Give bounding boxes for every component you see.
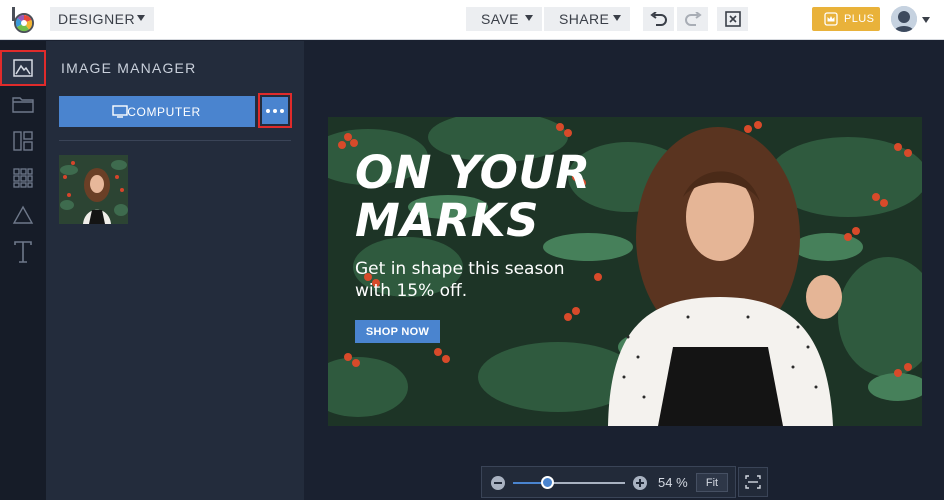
- shop-now-button[interactable]: SHOP NOW: [355, 320, 440, 343]
- rail-item-text[interactable]: [0, 234, 46, 270]
- close-design-button[interactable]: [717, 7, 748, 31]
- divider: [59, 140, 291, 141]
- designer-label: DESIGNER: [58, 11, 136, 27]
- grid-icon: [13, 168, 33, 188]
- close-box-icon: [724, 11, 741, 27]
- image-manager-panel: IMAGE MANAGER COMPUTER: [46, 41, 304, 500]
- text-icon: [14, 241, 32, 263]
- chevron-down-icon: [525, 15, 533, 21]
- redo-button[interactable]: [677, 7, 708, 31]
- folder-icon: [12, 97, 34, 113]
- rail-item-folders[interactable]: [0, 86, 46, 122]
- panel-title: IMAGE MANAGER: [61, 60, 197, 76]
- undo-icon: [649, 12, 667, 26]
- subline-text[interactable]: Get in shape this season with 15% off.: [355, 258, 585, 302]
- logo-icon[interactable]: [11, 7, 35, 33]
- top-toolbar: DESIGNER SAVE SHARE PLUS: [0, 0, 944, 40]
- zoom-out-icon[interactable]: [491, 476, 505, 490]
- layout-icon: [13, 131, 33, 151]
- crown-icon: [824, 12, 838, 26]
- chevron-down-icon: [613, 15, 621, 21]
- tool-rail: [0, 41, 46, 500]
- zoom-slider-handle[interactable]: [541, 476, 555, 489]
- more-options-button[interactable]: [258, 93, 292, 128]
- photo-thumbnail: [59, 155, 128, 224]
- redo-icon: [684, 12, 702, 26]
- avatar[interactable]: [891, 6, 917, 32]
- undo-button[interactable]: [643, 7, 674, 31]
- zoom-in-icon[interactable]: [633, 476, 647, 490]
- upload-computer-button[interactable]: COMPUTER: [59, 96, 255, 127]
- headline-line-1: ON YOUR: [355, 146, 591, 199]
- chevron-down-icon[interactable]: [922, 17, 930, 23]
- image-icon: [13, 59, 33, 77]
- uploaded-image-thumbnail[interactable]: [59, 155, 128, 224]
- fit-button[interactable]: Fit: [696, 473, 728, 492]
- share-button[interactable]: SHARE: [544, 7, 630, 31]
- share-label: SHARE: [559, 11, 610, 27]
- user-avatar-icon: [891, 6, 917, 32]
- headline-text[interactable]: ON YOUR MARKS: [355, 149, 591, 245]
- zoom-controls: 54 % Fit: [481, 466, 736, 498]
- more-horizontal-icon: [262, 97, 288, 124]
- rail-item-images[interactable]: [0, 50, 46, 86]
- rail-item-layouts[interactable]: [0, 123, 46, 159]
- rail-item-graphics[interactable]: [0, 197, 46, 233]
- plus-label: PLUS: [844, 13, 875, 25]
- save-button[interactable]: SAVE: [466, 7, 542, 31]
- rail-item-backgrounds[interactable]: [0, 160, 46, 196]
- chevron-down-icon: [137, 15, 145, 21]
- designer-dropdown[interactable]: DESIGNER: [50, 7, 154, 31]
- save-label: SAVE: [481, 11, 519, 27]
- canvas-area: ON YOUR MARKS Get in shape this season w…: [304, 41, 944, 500]
- headline-line-2: MARKS: [355, 194, 540, 247]
- fullscreen-button[interactable]: [738, 467, 768, 497]
- upgrade-plus-button[interactable]: PLUS: [812, 7, 880, 31]
- computer-label: COMPUTER: [127, 104, 201, 119]
- shapes-icon: [12, 205, 34, 224]
- fullscreen-icon: [745, 475, 761, 489]
- zoom-percent: 54 %: [658, 475, 688, 490]
- monitor-icon: [112, 105, 128, 118]
- design-canvas[interactable]: ON YOUR MARKS Get in shape this season w…: [328, 117, 922, 426]
- zoom-slider[interactable]: [513, 482, 625, 484]
